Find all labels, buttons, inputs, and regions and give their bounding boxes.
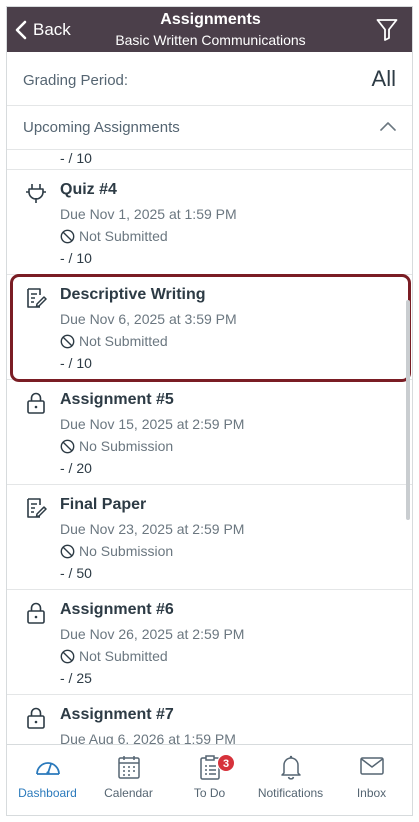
tab-inbox[interactable]: Inbox xyxy=(331,745,412,815)
mail-icon xyxy=(359,757,384,775)
course-subtitle: Basic Written Communications xyxy=(115,32,306,48)
not-submitted-icon xyxy=(60,229,75,243)
quiz-plug-icon xyxy=(26,184,46,203)
list-item[interactable]: Final Paper Due Nov 23, 2025 at 2:59 PM … xyxy=(7,485,412,590)
page-title: Assignments xyxy=(160,11,261,28)
list-item[interactable]: Assignment #6 Due Nov 26, 2025 at 2:59 P… xyxy=(7,590,412,695)
todo-count-badge: 3 xyxy=(217,754,235,772)
previous-item-points: - / 10 xyxy=(60,150,92,166)
dashboard-icon xyxy=(35,762,60,775)
section-header[interactable]: Upcoming Assignments xyxy=(7,106,412,150)
nav-header: Back Assignments Basic Written Communica… xyxy=(7,7,412,52)
points: - / 10 xyxy=(60,250,92,266)
status-text: Not Submitted xyxy=(79,228,168,244)
section-title: Upcoming Assignments xyxy=(23,119,180,136)
list-item[interactable]: Assignment #5 Due Nov 15, 2025 at 2:59 P… xyxy=(7,380,412,485)
bell-icon xyxy=(280,755,301,780)
assignment-list[interactable]: - / 10 Quiz #4 Due Nov 1, 2025 at 1:59 P… xyxy=(7,150,412,744)
assignment-title: Assignment #7 xyxy=(60,706,174,723)
not-submitted-icon xyxy=(60,649,75,663)
due-date: Due Nov 23, 2025 at 2:59 PM xyxy=(60,521,245,537)
tab-label: Calendar xyxy=(104,786,153,800)
submission-status: No Submission xyxy=(60,543,173,559)
submission-status: Not Submitted xyxy=(60,228,168,244)
due-date: Due Aug 6, 2026 at 1:59 PM xyxy=(60,731,236,744)
due-date: Due Nov 15, 2025 at 2:59 PM xyxy=(60,416,245,432)
bottom-tab-bar: Dashboard Calendar 3 To Do Notifications… xyxy=(7,744,412,815)
due-date: Due Nov 1, 2025 at 1:59 PM xyxy=(60,206,237,222)
tab-label: To Do xyxy=(193,786,226,800)
assignment-title: Quiz #4 xyxy=(60,181,117,198)
list-item[interactable]: Assignment #7 Due Aug 6, 2026 at 1:59 PM xyxy=(7,695,412,744)
lock-icon xyxy=(27,707,45,729)
grading-period-label: Grading Period: xyxy=(23,72,129,89)
points: - / 25 xyxy=(60,670,92,686)
tab-label: Inbox xyxy=(356,786,387,800)
tab-label: Notifications xyxy=(257,786,324,800)
lock-icon xyxy=(27,602,45,624)
status-text: No Submission xyxy=(79,438,174,454)
status-text: Not Submitted xyxy=(79,648,168,664)
tab-notifications[interactable]: Notifications xyxy=(250,745,331,815)
calendar-icon xyxy=(117,756,140,779)
filter-icon xyxy=(376,19,398,41)
tab-todo[interactable]: 3 To Do xyxy=(169,745,250,815)
assignment-title: Assignment #6 xyxy=(60,601,174,618)
grading-period-row[interactable]: Grading Period: All xyxy=(7,52,412,106)
no-submission-icon xyxy=(60,544,75,558)
scrollbar[interactable] xyxy=(406,300,410,520)
points: - / 50 xyxy=(60,565,92,581)
submission-status: Not Submitted xyxy=(60,648,168,664)
points: - / 20 xyxy=(60,460,92,476)
grading-period-value[interactable]: All xyxy=(372,66,396,92)
submission-status: No Submission xyxy=(60,438,173,454)
tab-label: Dashboard xyxy=(18,786,77,800)
status-text: No Submission xyxy=(79,543,174,559)
tab-dashboard[interactable]: Dashboard xyxy=(7,745,88,815)
due-date: Due Nov 26, 2025 at 2:59 PM xyxy=(60,626,245,642)
assignment-title: Assignment #5 xyxy=(60,391,174,408)
lock-icon xyxy=(27,392,45,414)
filter-button[interactable] xyxy=(376,18,398,42)
list-item[interactable]: Quiz #4 Due Nov 1, 2025 at 1:59 PM Not S… xyxy=(7,170,412,275)
no-submission-icon xyxy=(60,439,75,453)
chevron-up-icon[interactable] xyxy=(380,121,396,131)
highlight-box xyxy=(10,274,411,382)
assignment-icon xyxy=(27,498,47,518)
app-frame: Back Assignments Basic Written Communica… xyxy=(6,6,413,816)
assignment-title: Final Paper xyxy=(60,496,147,513)
tab-calendar[interactable]: Calendar xyxy=(88,745,169,815)
